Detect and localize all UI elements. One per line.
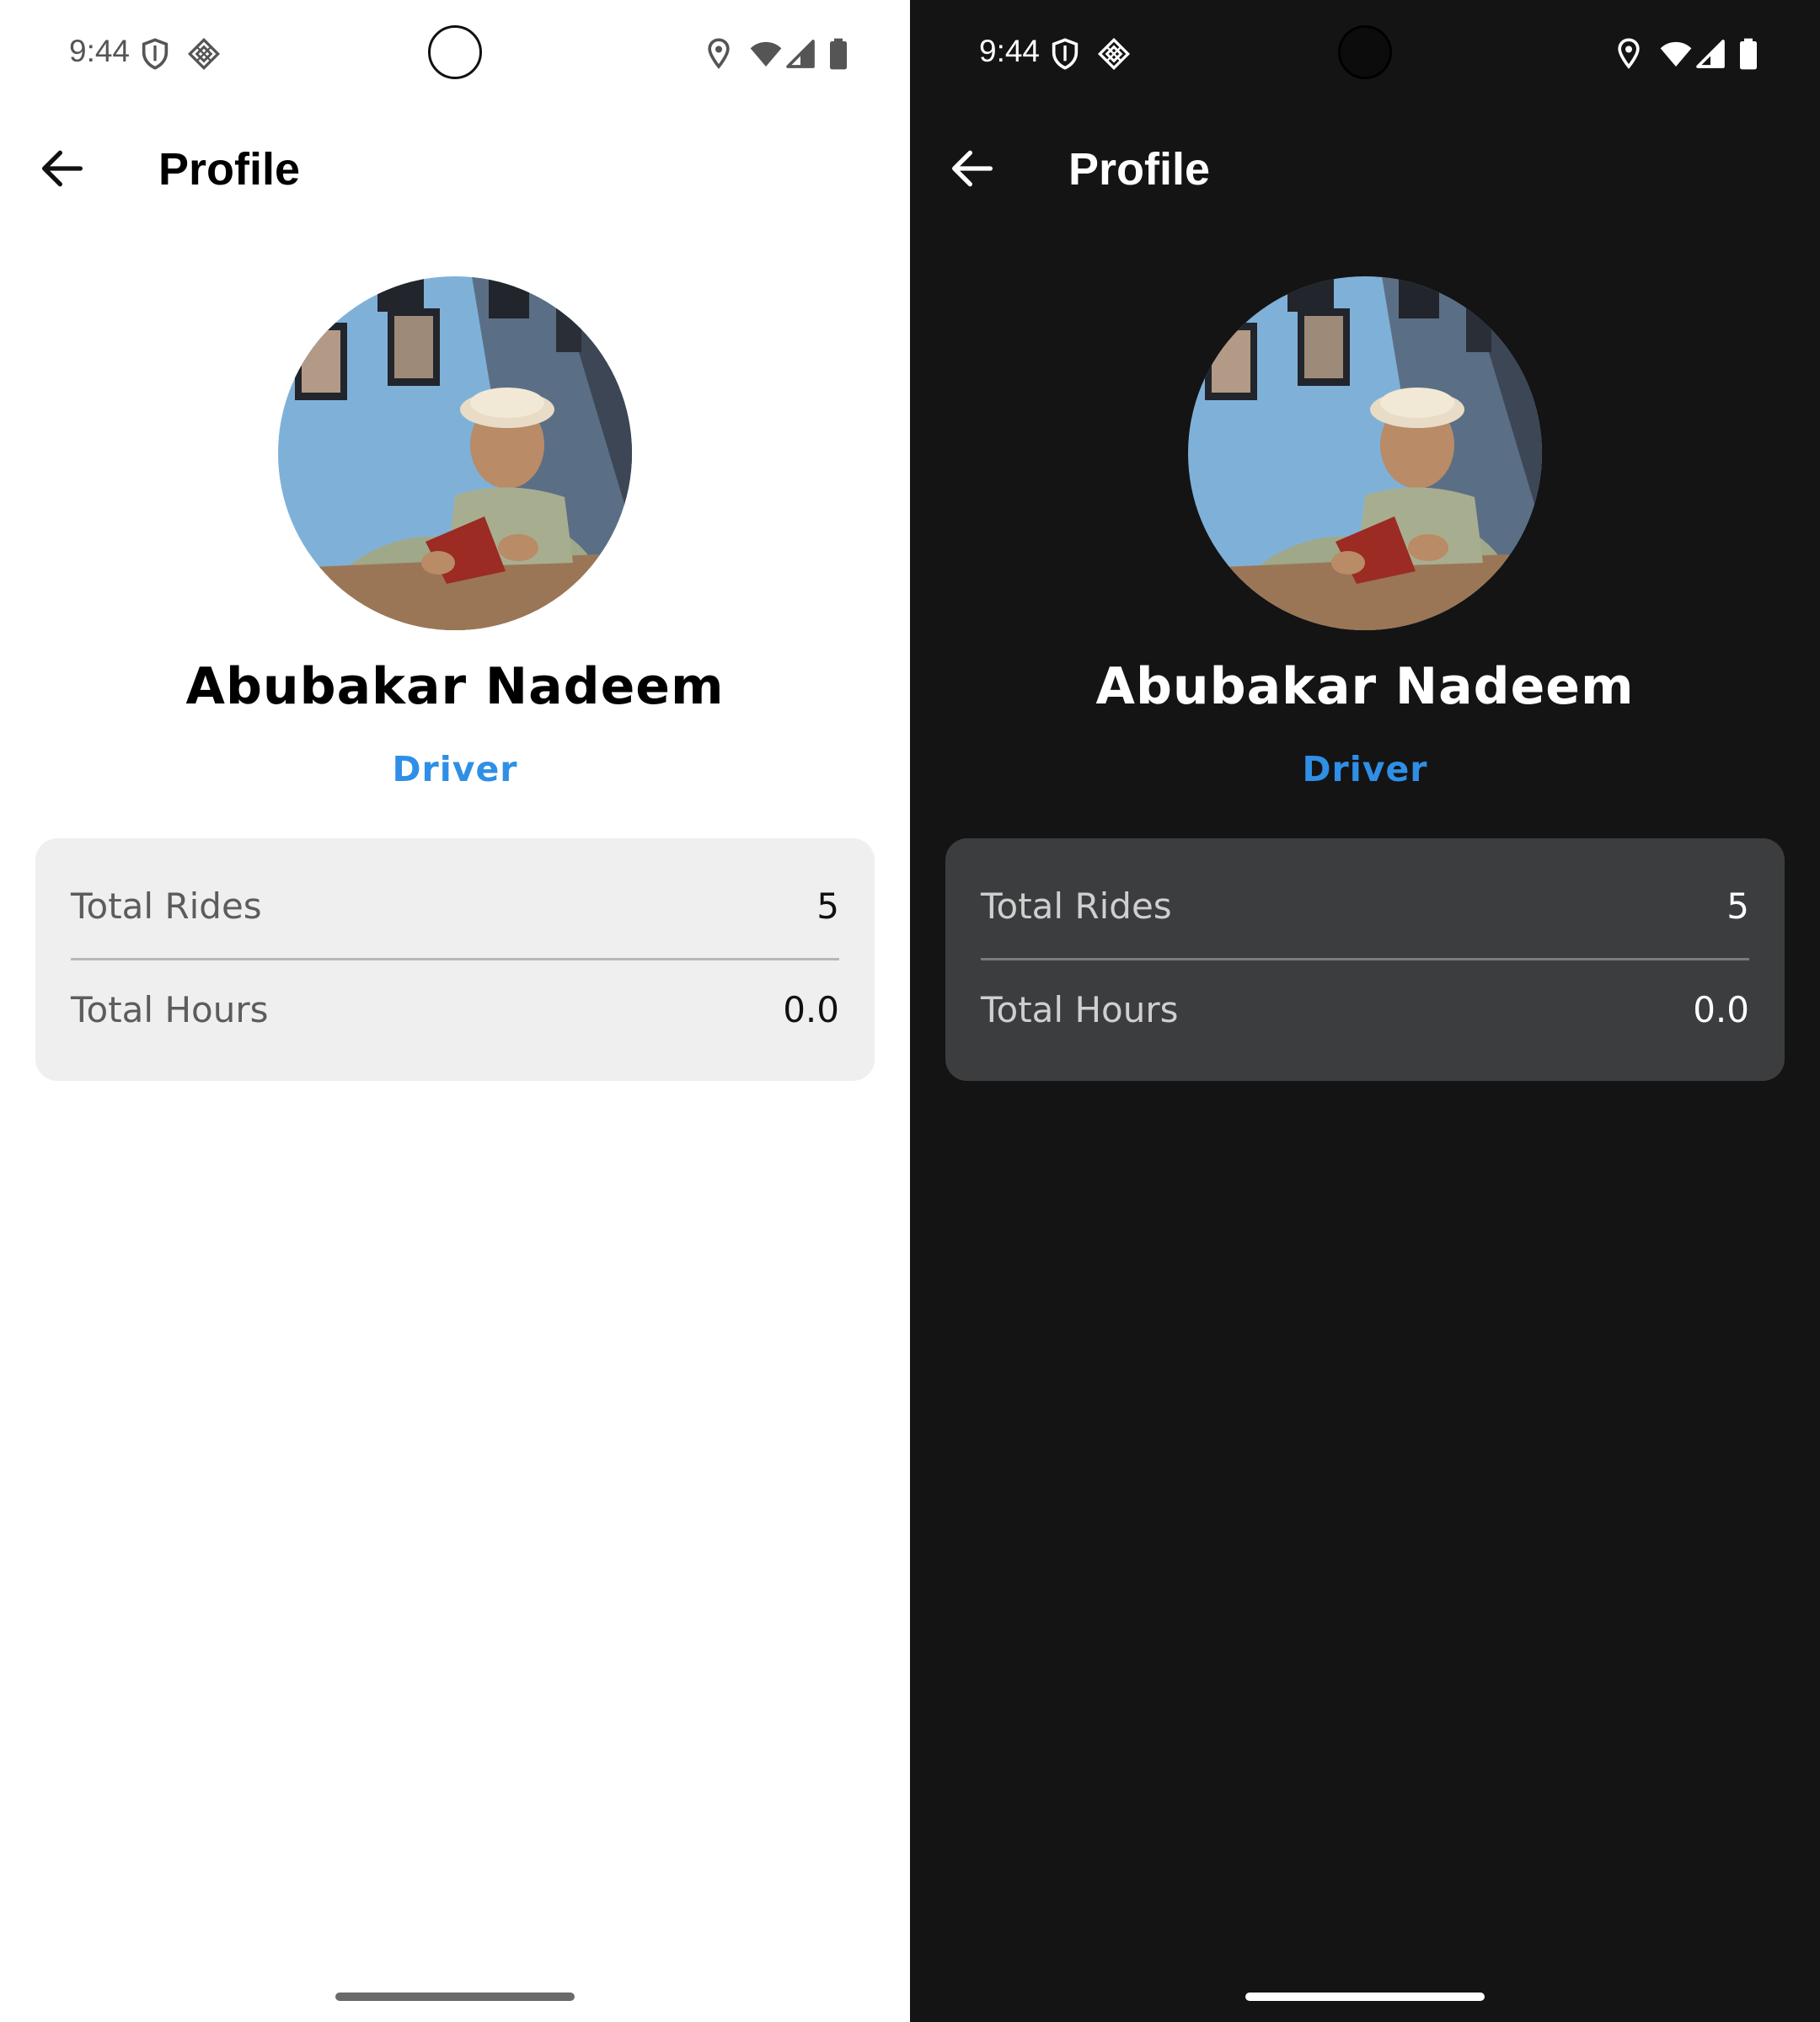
user-role: Driver [392, 749, 518, 789]
back-button[interactable] [35, 142, 89, 195]
wifi-icon [749, 37, 783, 71]
stat-row-total-rides: Total Rides 5 [981, 872, 1749, 939]
stats-card: Total Rides 5 Total Hours 0.0 [35, 838, 875, 1081]
arrow-left-icon [42, 150, 83, 187]
location-pin-icon [1612, 37, 1646, 71]
stat-label: Total Rides [981, 885, 1172, 927]
divider [71, 958, 839, 960]
status-time: 9:44 [979, 34, 1041, 68]
cell-signal-icon [784, 37, 817, 71]
wifi-icon [1659, 37, 1693, 71]
stat-value: 0.0 [783, 988, 839, 1030]
stat-value: 0.0 [1693, 988, 1749, 1030]
stat-label: Total Hours [71, 988, 269, 1030]
camera-cutout [1338, 25, 1392, 79]
diamond-grid-icon [187, 37, 221, 71]
user-role: Driver [1302, 749, 1428, 789]
battery-icon [1732, 37, 1765, 71]
home-indicator[interactable] [335, 1993, 575, 2001]
avatar[interactable] [1188, 276, 1542, 630]
stats-card: Total Rides 5 Total Hours 0.0 [945, 838, 1785, 1081]
stat-row-total-rides: Total Rides 5 [71, 872, 839, 939]
battery-icon [822, 37, 855, 71]
shield-icon [138, 37, 172, 71]
status-time: 9:44 [69, 34, 131, 68]
camera-cutout [428, 25, 482, 79]
stat-row-total-hours: Total Hours 0.0 [981, 976, 1749, 1043]
light-theme-screen: 9:44 Profile Abubakar Nadeem Driver Tota… [0, 0, 910, 2022]
arrow-left-icon [952, 150, 993, 187]
stat-value: 5 [1726, 885, 1749, 927]
user-name: Abubakar Nadeem [1095, 657, 1635, 716]
page-title: Profile [158, 144, 301, 195]
stat-row-total-hours: Total Hours 0.0 [71, 976, 839, 1043]
diamond-grid-icon [1097, 37, 1131, 71]
cell-signal-icon [1694, 37, 1727, 71]
stat-label: Total Rides [71, 885, 262, 927]
shield-icon [1048, 37, 1082, 71]
divider [981, 958, 1749, 960]
home-indicator[interactable] [1245, 1993, 1485, 2001]
status-bar: 9:44 [0, 0, 910, 108]
status-bar: 9:44 [910, 0, 1820, 108]
user-name: Abubakar Nadeem [185, 657, 725, 716]
page-title: Profile [1068, 144, 1211, 195]
avatar[interactable] [278, 276, 632, 630]
back-button[interactable] [945, 142, 999, 195]
dark-theme-screen: 9:44 Profile Abubakar Nadeem Driver Tota… [910, 0, 1820, 2022]
location-pin-icon [702, 37, 736, 71]
stat-label: Total Hours [981, 988, 1179, 1030]
stat-value: 5 [816, 885, 839, 927]
